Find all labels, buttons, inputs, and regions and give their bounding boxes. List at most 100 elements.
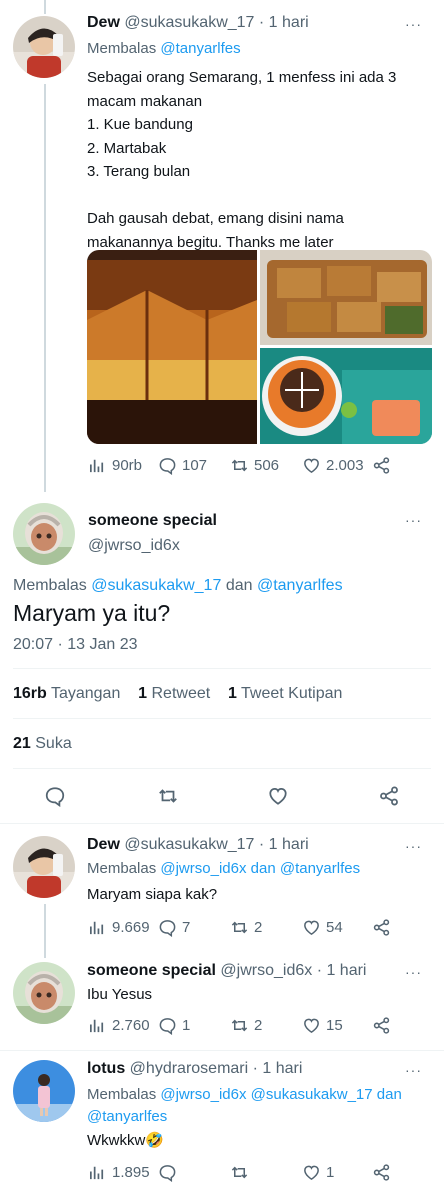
like-button[interactable] — [267, 785, 289, 807]
like-count: 15 — [326, 1017, 343, 1034]
tweet-timestamp[interactable]: 20:07 · 13 Jan 23 — [13, 636, 138, 654]
quote-count[interactable]: 1 — [228, 685, 237, 702]
like-count: 1 — [326, 1164, 335, 1181]
reply-button[interactable]: 1 — [158, 1016, 190, 1035]
display-name[interactable]: Dew — [87, 836, 120, 853]
reply-button[interactable] — [158, 1163, 177, 1182]
like-count: 54 — [326, 919, 343, 936]
handle[interactable]: @jwrso_id6x — [88, 537, 180, 555]
tweet-text-line: Dah gausah debat, emang disini nama — [87, 210, 344, 227]
avatar-someone-special[interactable] — [13, 962, 75, 1024]
like-button[interactable]: 15 — [302, 1016, 343, 1035]
reply-icon — [159, 920, 176, 937]
reply-button[interactable]: 107 — [158, 456, 207, 475]
share-icon — [373, 457, 390, 474]
share-icon — [373, 1164, 390, 1181]
handle[interactable]: @sukasukakw_17 — [124, 14, 254, 31]
reply-icon — [159, 1165, 176, 1182]
more-options-icon[interactable]: ··· — [405, 16, 422, 32]
tweet-header: Dew @sukasukakw_17 · 1 hari — [87, 836, 309, 854]
tweet-header: Dew @sukasukakw_17 · 1 hari — [87, 14, 309, 32]
share-button[interactable] — [372, 1163, 391, 1182]
views-icon — [89, 921, 104, 935]
avatar-dew-image — [13, 16, 75, 78]
more-options-icon[interactable]: ··· — [405, 1062, 422, 1078]
more-options-icon[interactable]: ··· — [405, 964, 422, 980]
like-button[interactable]: 1 — [302, 1163, 334, 1182]
retweet-label[interactable]: Retweet — [151, 685, 210, 702]
avatar-lotus[interactable] — [13, 1060, 75, 1122]
more-options-icon[interactable]: ··· — [405, 512, 422, 528]
avatar-dew[interactable] — [13, 836, 75, 898]
reply-icon — [159, 458, 176, 475]
mention-link[interactable]: @tanyarlfes — [257, 577, 343, 594]
share-button[interactable] — [372, 456, 391, 475]
views-stat[interactable]: 1.895 — [88, 1163, 150, 1182]
more-options-icon[interactable]: ··· — [405, 838, 422, 854]
likes-label: Suka — [35, 735, 72, 752]
share-icon — [373, 919, 390, 936]
reply-context: Membalas @jwrso_id6x @sukasukakw_17 dan … — [87, 1084, 432, 1128]
reply-count: 1 — [182, 1017, 191, 1034]
views-count: 90rb — [112, 457, 143, 474]
like-button[interactable]: 2.003 — [302, 456, 364, 475]
views-stat[interactable]: 2.760 — [88, 1016, 150, 1035]
replying-to-label: Membalas — [87, 1086, 157, 1103]
mention-link[interactable]: @jwrso_id6x — [160, 860, 246, 877]
display-name[interactable]: Dew — [87, 14, 120, 31]
tweet-text: Wkwkkw🤣 — [87, 1132, 164, 1149]
tweet-header: lotus @hydrarosemari · 1 hari — [87, 1060, 302, 1078]
mention-link[interactable]: @tanyarlfes — [160, 40, 240, 57]
tweet-time[interactable]: · 1 hari — [317, 962, 367, 979]
share-button[interactable] — [372, 1016, 391, 1035]
media-grid[interactable] — [87, 250, 432, 444]
like-button[interactable]: 54 — [302, 918, 343, 937]
reply-icon — [159, 1018, 176, 1035]
views-stat[interactable]: 90rb — [88, 456, 142, 475]
retweet-icon — [231, 459, 248, 472]
reply-button[interactable]: 7 — [158, 918, 190, 937]
mention-link[interactable]: @tanyarlfes — [87, 1108, 167, 1125]
display-name[interactable]: someone special — [88, 512, 217, 530]
tweet-time[interactable]: · 1 hari — [253, 1060, 303, 1077]
retweet-button[interactable]: 2 — [230, 1016, 262, 1035]
handle[interactable]: @sukasukakw_17 — [124, 836, 254, 853]
likes-stat[interactable]: 21 Suka — [13, 735, 72, 753]
tweet-text: Sebagai orang Semarang, 1 menfess ini ad… — [87, 66, 437, 254]
divider — [13, 718, 431, 719]
views-count: 1.895 — [112, 1164, 150, 1181]
mention-link[interactable]: @sukasukakw_17 — [251, 1086, 373, 1103]
tweet-text: Ibu Yesus — [87, 986, 153, 1003]
mention-link[interactable]: @jwrso_id6x — [160, 1086, 246, 1103]
reply-button[interactable] — [44, 785, 66, 807]
views-stat[interactable]: 9.669 — [88, 918, 150, 937]
views-count: 2.760 — [112, 1017, 150, 1034]
tweet-time[interactable]: · 1 hari — [259, 836, 309, 853]
share-button[interactable] — [378, 785, 400, 807]
mention-link[interactable]: @sukasukakw_17 — [91, 577, 221, 594]
tweet-text-line: macam makanan — [87, 92, 203, 110]
reply-and-label: dan — [250, 860, 276, 877]
avatar-someone-special[interactable] — [13, 503, 75, 565]
display-name[interactable]: someone special — [87, 962, 216, 979]
photo-kue-bandung — [87, 250, 257, 444]
share-button[interactable] — [372, 918, 391, 937]
display-name[interactable]: lotus — [87, 1060, 125, 1077]
reply-context: Membalas @tanyarlfes — [87, 40, 241, 57]
replying-to-label: Membalas — [13, 577, 87, 594]
views-icon — [89, 1019, 104, 1033]
handle[interactable]: @hydrarosemari — [130, 1060, 249, 1077]
mention-link[interactable]: @tanyarlfes — [280, 860, 360, 877]
quote-label[interactable]: Tweet Kutipan — [241, 685, 342, 702]
avatar-dew[interactable] — [13, 16, 75, 78]
retweet-button[interactable]: 2 — [230, 918, 262, 937]
retweet-button[interactable]: 506 — [230, 456, 279, 475]
retweet-button[interactable] — [157, 785, 179, 807]
handle[interactable]: @jwrso_id6x — [220, 962, 312, 979]
retweet-count: 2 — [254, 919, 263, 936]
divider — [0, 1050, 444, 1051]
avatar-dew-image — [13, 836, 75, 898]
tweet-time[interactable]: · 1 hari — [259, 14, 309, 31]
retweet-button[interactable] — [230, 1163, 249, 1182]
retweet-count[interactable]: 1 — [138, 685, 147, 702]
